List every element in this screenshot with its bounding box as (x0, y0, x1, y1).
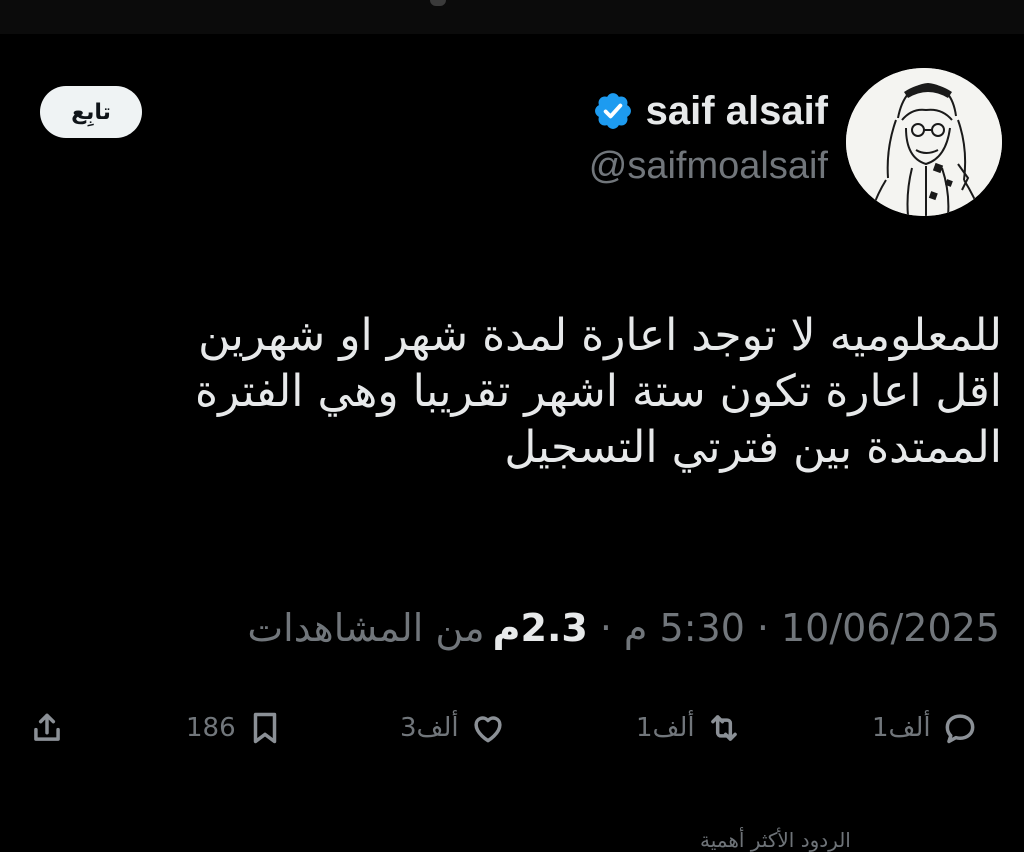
bookmark-icon (253, 712, 276, 744)
tweet-meta: 10/06/2025 · 5:30 م · 2.3م من المشاهدات (247, 600, 1000, 656)
author-handle[interactable]: @saifmoalsaif (589, 145, 828, 188)
section-heading-partial: الردود الأكثر أهمية (700, 828, 851, 852)
repost-count: 1ألف (636, 713, 695, 743)
author-name-row[interactable]: saif alsaif (592, 86, 828, 136)
share-button[interactable] (28, 700, 66, 756)
bookmark-button[interactable]: 186 (186, 700, 284, 756)
action-bar: 1ألف 1ألف 3ألف 186 (0, 700, 1024, 756)
tweet-line: للمعلوميه لا توجد اعارة لمدة شهر او شهري… (198, 310, 1002, 361)
reply-icon (945, 714, 975, 744)
avatar-illustration (846, 68, 1002, 216)
avatar[interactable] (846, 68, 1002, 216)
tweet-line: اقل اعارة تكون ستة اشهر تقريبا وهي الفتر… (195, 366, 1002, 417)
like-count: 3ألف (400, 713, 459, 743)
author-name[interactable]: saif alsaif (646, 89, 828, 134)
top-notch (430, 0, 446, 6)
views-label: من المشاهدات (247, 606, 485, 650)
tweet-date[interactable]: 10/06/2025 (781, 606, 1000, 650)
heart-icon (473, 716, 502, 743)
bookmark-count: 186 (186, 713, 236, 743)
reply-count: 1ألف (872, 713, 931, 743)
share-icon (34, 713, 60, 741)
tweet-line: الممتدة بين فترتي التسجيل (504, 422, 1002, 473)
repost-icon (710, 715, 737, 741)
top-bar (0, 0, 1024, 34)
tweet-time[interactable]: 5:30 م (624, 606, 745, 650)
repost-button[interactable]: 1ألف (636, 700, 743, 756)
like-button[interactable]: 3ألف (400, 700, 507, 756)
verified-badge-icon (594, 93, 631, 129)
views-count[interactable]: 2.3م (493, 606, 588, 650)
reply-button[interactable]: 1ألف (872, 700, 979, 756)
meta-separator: · (756, 606, 769, 650)
follow-button[interactable]: تابِع (40, 86, 142, 138)
tweet-text: للمعلوميه لا توجد اعارة لمدة شهر او شهري… (42, 308, 1002, 476)
meta-separator: · (599, 606, 612, 650)
